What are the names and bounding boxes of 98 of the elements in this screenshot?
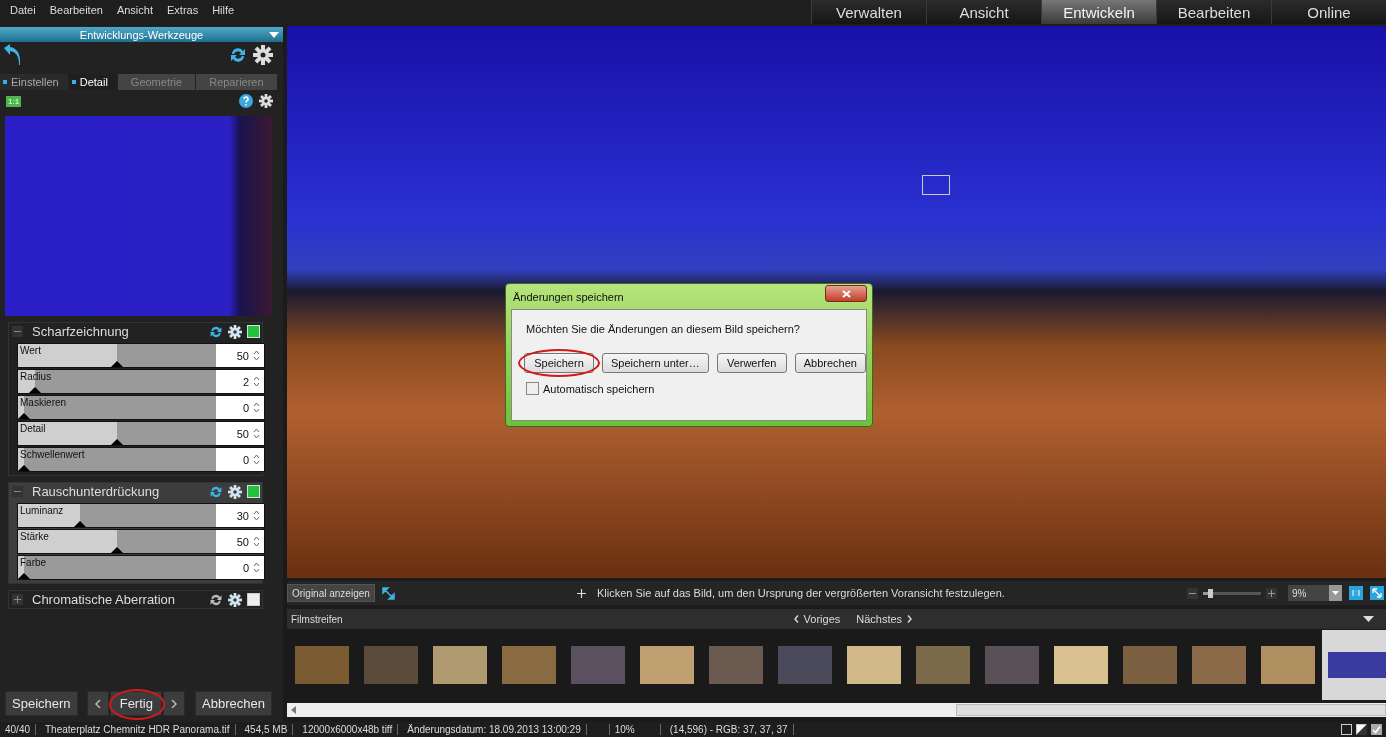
settings-icon[interactable] (253, 45, 273, 65)
settings-icon[interactable] (228, 324, 242, 339)
status-field: 454,5 MB (239, 724, 294, 735)
close-button[interactable] (825, 285, 867, 302)
horizontal-scrollbar[interactable] (287, 703, 1386, 717)
thumbnail-photo-placeholder (1327, 652, 1386, 678)
previous-button[interactable] (87, 691, 110, 716)
square-icon[interactable] (1341, 724, 1352, 735)
thumbnail-photo-placeholder (432, 646, 487, 684)
scrollbar-thumb[interactable] (956, 704, 1386, 716)
thumbnail[interactable] (1322, 630, 1386, 700)
section-title: Scharfzeichnung (32, 324, 130, 339)
next-link[interactable]: Nächstes (853, 613, 916, 625)
thumbnail-photo-placeholder (294, 646, 349, 684)
chevron-left-icon (793, 615, 799, 623)
dialog-button[interactable]: Abbrechen (794, 353, 866, 373)
mode-tab[interactable]: Bearbeiten (1156, 0, 1271, 24)
expand-toggle-icon[interactable] (12, 486, 23, 497)
previous-link[interactable]: Voriges (790, 613, 844, 625)
settings-icon[interactable] (228, 592, 242, 607)
fit-to-window-icon[interactable] (1370, 586, 1384, 600)
thumbnail-photo-placeholder (846, 646, 901, 684)
menu-item[interactable]: Bearbeiten (49, 4, 103, 22)
reset-icon[interactable] (209, 484, 223, 499)
dialog-title: Änderungen speichern (513, 290, 624, 303)
dialog-message: Möchten Sie die Änderungen an diesem Bild speichern? (526, 323, 801, 335)
menu-item[interactable]: Ansicht (116, 4, 153, 22)
menu-item[interactable]: Hilfe (212, 4, 235, 22)
caret-icon (1332, 591, 1339, 595)
zoom-slider-thumb[interactable] (1208, 588, 1214, 598)
reset-icon[interactable] (209, 592, 223, 607)
show-original-button[interactable]: Original anzeigen (287, 584, 375, 602)
done-button[interactable]: Fertig (110, 691, 163, 716)
dialog-button[interactable]: Speichern unter… (602, 353, 709, 373)
thumbnail-photo-placeholder (639, 646, 694, 684)
thumbnail-photo-placeholder (1122, 646, 1177, 684)
reset-icon[interactable] (209, 324, 223, 339)
thumbnail-photo-placeholder (1191, 646, 1246, 684)
status-field: 10% (608, 724, 661, 735)
filmstrip-title: Filmstreifen (291, 613, 343, 625)
zoom-region-frame[interactable] (922, 175, 950, 195)
dropdown-caret-icon[interactable] (1363, 616, 1374, 622)
crosshair-icon (577, 588, 586, 598)
section-title: Rauschunterdrückung (32, 484, 161, 499)
chevron-left-icon (95, 698, 102, 709)
expand-toggle-icon[interactable] (12, 326, 23, 337)
chevron-right-icon (171, 698, 178, 709)
close-icon (841, 289, 851, 298)
thumbnail-photo-placeholder (984, 646, 1039, 684)
zoom-dropdown[interactable]: 9% (1288, 585, 1342, 601)
chevron-right-icon (907, 615, 913, 623)
panel-tab[interactable]: Einstellen (0, 74, 68, 90)
thumbnail-photo-placeholder (777, 646, 832, 684)
settings-icon[interactable] (259, 94, 273, 108)
undo-arrow-icon[interactable] (4, 44, 22, 66)
checkbox[interactable] (526, 382, 539, 395)
cancel-button[interactable]: Abbrechen (195, 691, 272, 716)
menu-item[interactable]: Datei (10, 4, 36, 22)
refresh-icon[interactable] (229, 46, 247, 64)
hint-text: Klicken Sie auf das Bild, um den Ursprung der vergrößerten Voransicht festzulegen. (597, 587, 1005, 599)
thumbnail-photo-placeholder (915, 646, 970, 684)
zoom-out-icon[interactable] (1187, 587, 1198, 599)
zoom-in-icon[interactable] (1266, 587, 1277, 599)
menu-item[interactable]: Extras (167, 4, 199, 22)
enable-checkbox[interactable] (247, 325, 260, 338)
help-icon[interactable] (239, 94, 253, 108)
status-field: (14,596) - RGB: 37, 37, 37 (664, 724, 794, 735)
dialog-button[interactable]: Verwerfen (716, 353, 787, 373)
dropdown-caret-icon[interactable] (269, 32, 279, 38)
section-title: Chromatische Aberration (32, 592, 177, 607)
mode-tab[interactable]: Online (1271, 0, 1386, 24)
status-field: 12000x6000x48b tiff (297, 724, 399, 735)
mode-tab[interactable]: Verwalten (811, 0, 926, 24)
thumbnail-photo-placeholder (1053, 646, 1108, 684)
expand-toggle-icon[interactable] (12, 594, 23, 605)
diagonal-square-icon[interactable] (1356, 724, 1367, 735)
checkmark-icon[interactable] (1371, 724, 1382, 735)
expand-arrows-icon[interactable] (381, 586, 395, 600)
dialog-button[interactable]: Speichern (524, 353, 594, 373)
thumbnail-photo-placeholder (363, 646, 418, 684)
highlight-ellipse (109, 689, 166, 720)
thumbnail-photo-placeholder (570, 646, 625, 684)
status-field: Änderungsdatum: 18.09.2013 13:00:29 (402, 724, 587, 735)
save-button[interactable]: Speichern (5, 691, 78, 716)
thumbnail-photo-placeholder (501, 646, 556, 684)
panel-title: Entwicklungs-Werkzeuge (79, 28, 204, 41)
thumbnail-photo-placeholder (1260, 646, 1315, 684)
mode-tab[interactable]: Entwickeln (1041, 0, 1156, 24)
status-field: Theaterplatz Chemnitz HDR Panorama.tif (40, 724, 236, 735)
enable-checkbox[interactable] (247, 593, 260, 606)
mode-tab[interactable]: Ansicht (926, 0, 1041, 24)
next-button[interactable] (163, 691, 186, 716)
settings-icon[interactable] (228, 484, 242, 499)
thumbnail-photo-placeholder (708, 646, 763, 684)
status-field: 40/40 (0, 724, 36, 735)
checkbox-label[interactable]: Automatisch speichern (543, 382, 655, 395)
scroll-left-icon[interactable] (291, 706, 297, 714)
enable-checkbox[interactable] (247, 485, 260, 498)
